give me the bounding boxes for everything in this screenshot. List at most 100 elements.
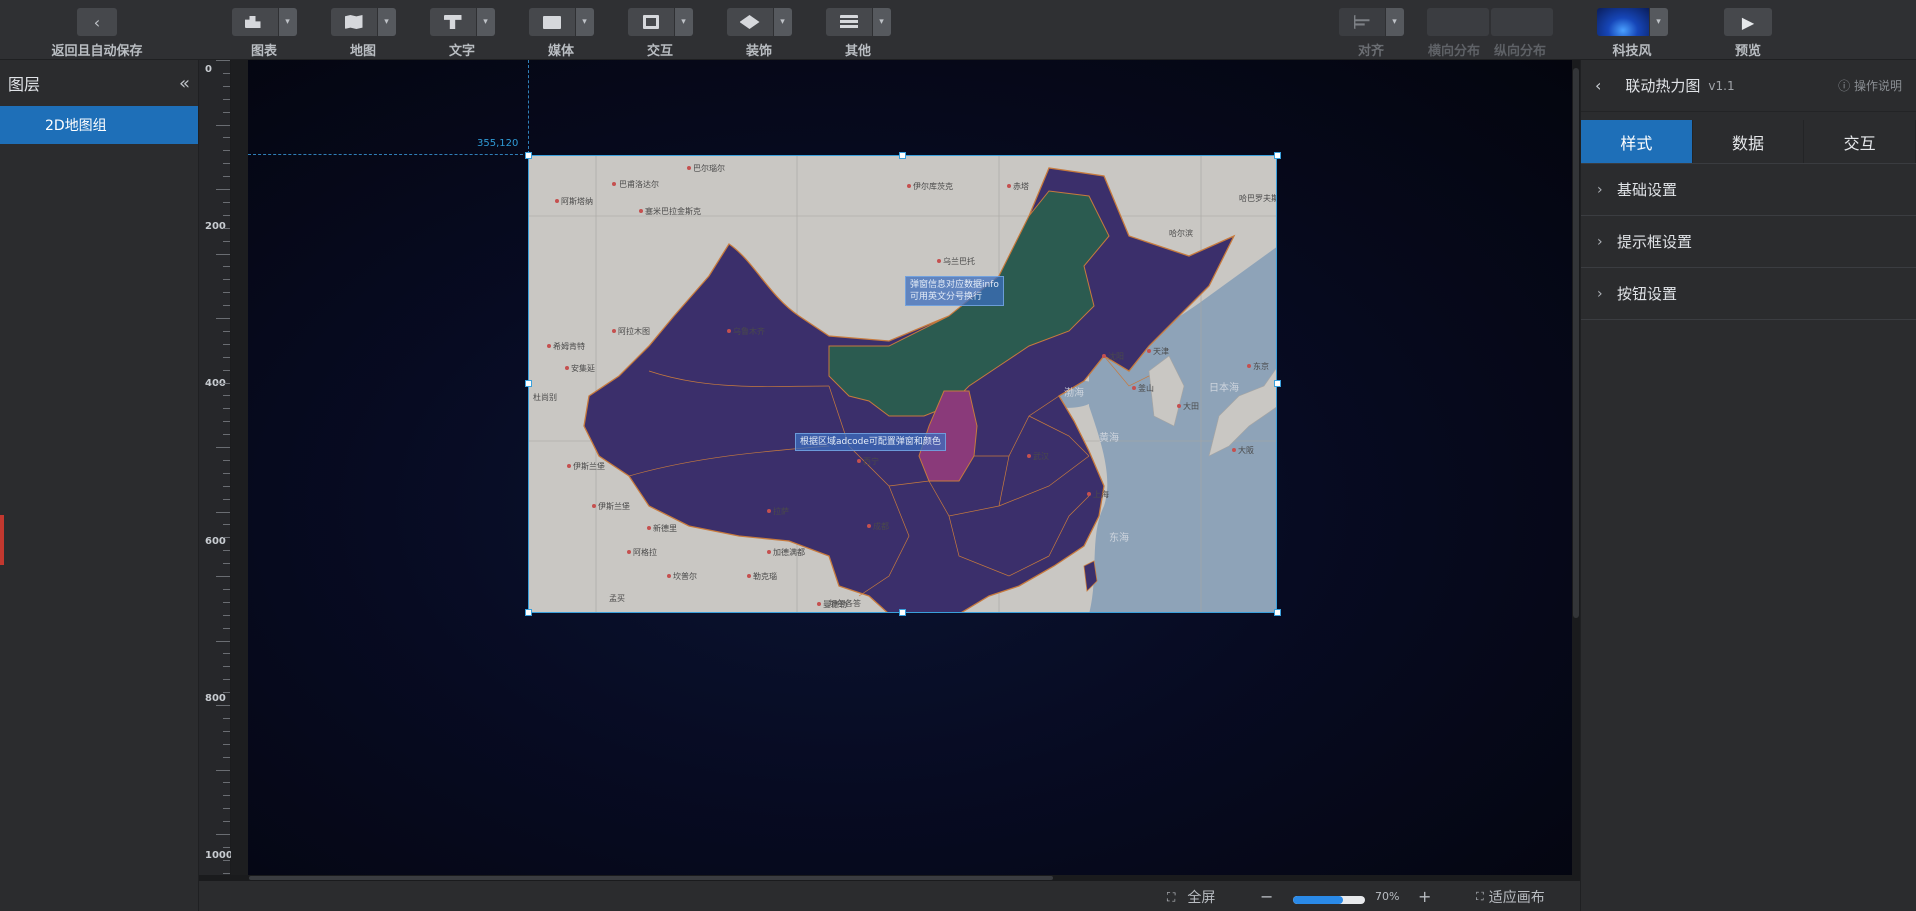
text-icon[interactable] [429, 8, 476, 36]
resize-handle[interactable] [525, 152, 532, 159]
svg-text:巴尔瑙尔: 巴尔瑙尔 [693, 163, 725, 173]
ruler-tick [223, 227, 230, 229]
media-menu[interactable]: ▾ 媒体 [528, 8, 594, 59]
ruler-tick [223, 408, 230, 410]
chevron-right-icon: › [1597, 285, 1603, 302]
chevron-down-icon[interactable]: ▾ [278, 8, 297, 36]
chevron-down-icon[interactable]: ▾ [773, 8, 792, 36]
ruler-tick [223, 72, 230, 74]
chart-icon[interactable] [231, 8, 278, 36]
svg-text:阿格拉: 阿格拉 [633, 547, 657, 557]
chevron-down-icon[interactable]: ▾ [1649, 8, 1668, 36]
layer-item[interactable]: 2D地图组 [0, 106, 198, 144]
decoration-label: 装饰 [745, 44, 772, 59]
back-autosave-button[interactable]: ‹ 返回且自动保存 [46, 8, 148, 59]
ruler-tick [223, 537, 230, 539]
tab-style[interactable]: 样式 [1581, 120, 1693, 163]
chevron-down-icon[interactable]: ▾ [476, 8, 495, 36]
fit-canvas-button[interactable]: ⛶ 适应画布 [1476, 887, 1545, 907]
chevron-down-icon[interactable]: ▾ [872, 8, 891, 36]
resize-handle[interactable] [899, 152, 906, 159]
ruler-tick [223, 266, 230, 268]
ruler-tick [223, 176, 230, 178]
design-canvas[interactable]: 355,120 巴尔瑙尔 巴甫洛达尔 阿斯塔纳 塞米巴拉金斯克 伊尔库茨克 赤塔… [248, 60, 1572, 875]
ruler-tick [216, 511, 230, 513]
resize-handle[interactable] [899, 609, 906, 616]
zoom-out-button[interactable]: − [1260, 887, 1273, 906]
v-distribute-button[interactable] [1491, 8, 1553, 36]
ruler-label: 200 [205, 221, 226, 232]
zoom-in-button[interactable]: + [1418, 887, 1431, 906]
svg-text:希姆肯特: 希姆肯特 [553, 341, 585, 351]
chevron-right-icon: › [1597, 181, 1603, 198]
align-menu[interactable]: ▾ 对齐 [1338, 8, 1404, 59]
decoration-menu[interactable]: ▾ 装饰 [726, 8, 792, 59]
ruler-label: 400 [205, 378, 226, 389]
svg-text:伊斯兰堡: 伊斯兰堡 [598, 501, 630, 511]
section-button-settings[interactable]: › 按钮设置 [1581, 268, 1916, 320]
chevron-down-icon[interactable]: ▾ [1385, 8, 1404, 36]
ruler-tick [216, 189, 230, 190]
fullscreen-label: 全屏 [1187, 890, 1216, 906]
resize-handle[interactable] [525, 609, 532, 616]
decoration-icon[interactable] [726, 8, 773, 36]
heatmap-map-component[interactable]: 巴尔瑙尔 巴甫洛达尔 阿斯塔纳 塞米巴拉金斯克 伊尔库茨克 赤塔 乌兰巴托 阿拉木图 乌鲁木… [528, 155, 1277, 613]
list-icon[interactable] [825, 8, 872, 36]
ruler-tick [223, 524, 230, 526]
ruler-tick [216, 769, 230, 771]
properties-panel: ‹ 联动热力图 v1.1 ⓘ 操作说明 样式 数据 交互 › 基础设置 › 提示… [1580, 60, 1916, 911]
chevron-left-icon[interactable]: ‹ [1595, 76, 1601, 95]
theme-thumbnail[interactable] [1596, 8, 1649, 36]
media-icon[interactable] [528, 8, 575, 36]
ruler-tick [223, 627, 230, 629]
side-marker [0, 515, 4, 565]
text-menu[interactable]: ▾ 文字 [429, 8, 495, 59]
svg-text:拉萨: 拉萨 [773, 506, 789, 516]
chevron-down-icon[interactable]: ▾ [575, 8, 594, 36]
canvas-vertical-scrollbar[interactable] [1572, 60, 1580, 875]
interaction-menu[interactable]: ▾ 交互 [627, 8, 693, 59]
map-menu[interactable]: ▾ 地图 [330, 8, 396, 59]
collapse-double-chevron-icon[interactable]: « [179, 73, 190, 94]
ruler-tick [223, 343, 230, 345]
chevron-down-icon[interactable]: ▾ [674, 8, 693, 36]
theme-menu[interactable]: ▾ 科技风 [1593, 8, 1671, 59]
other-menu[interactable]: ▾ 其他 [825, 8, 891, 59]
help-link[interactable]: ⓘ 操作说明 [1838, 77, 1902, 94]
ruler-tick [223, 679, 230, 681]
align-left-icon[interactable] [1338, 8, 1385, 36]
svg-text:上海: 上海 [1093, 489, 1109, 499]
resize-handle[interactable] [1274, 380, 1281, 387]
vertical-ruler: 0 200 400 600 800 1000 [199, 60, 233, 875]
ruler-tick [223, 550, 230, 552]
svg-text:加尔各答: 加尔各答 [829, 598, 861, 608]
resize-handle[interactable] [1274, 609, 1281, 616]
play-icon[interactable]: ▶ [1724, 8, 1772, 36]
fullscreen-icon: ⛶ [1167, 889, 1176, 904]
h-distribute-button[interactable] [1427, 8, 1489, 36]
chart-menu[interactable]: ▾ 图表 [231, 8, 297, 59]
resize-handle[interactable] [1274, 152, 1281, 159]
tab-data[interactable]: 数据 [1692, 120, 1805, 163]
ruler-tick [223, 730, 230, 732]
ruler-tick [223, 485, 230, 487]
scrollbar-thumb[interactable] [249, 876, 1053, 880]
chevron-down-icon[interactable]: ▾ [377, 8, 396, 36]
preview-button[interactable]: ▶ 预览 [1715, 8, 1781, 59]
section-basic-settings[interactable]: › 基础设置 [1581, 164, 1916, 216]
fullscreen-button[interactable]: ⛶ 全屏 [1167, 887, 1215, 907]
svg-text:大田: 大田 [1183, 401, 1199, 411]
ruler-tick [223, 369, 230, 371]
scrollbar-thumb[interactable] [1573, 68, 1579, 618]
ruler-tick [223, 821, 230, 823]
map-tooltip: 弹窗信息对应数据info 可用英文分号换行 [905, 276, 1004, 306]
zoom-slider[interactable] [1293, 896, 1365, 904]
resize-handle[interactable] [525, 380, 532, 387]
svg-text:巴甫洛达尔: 巴甫洛达尔 [619, 179, 659, 189]
tab-interaction[interactable]: 交互 [1804, 120, 1916, 163]
interaction-icon[interactable] [627, 8, 674, 36]
section-tooltip-settings[interactable]: › 提示框设置 [1581, 216, 1916, 268]
svg-text:大阪: 大阪 [1238, 445, 1254, 455]
map-icon[interactable] [330, 8, 377, 36]
ruler-tick [223, 150, 230, 152]
